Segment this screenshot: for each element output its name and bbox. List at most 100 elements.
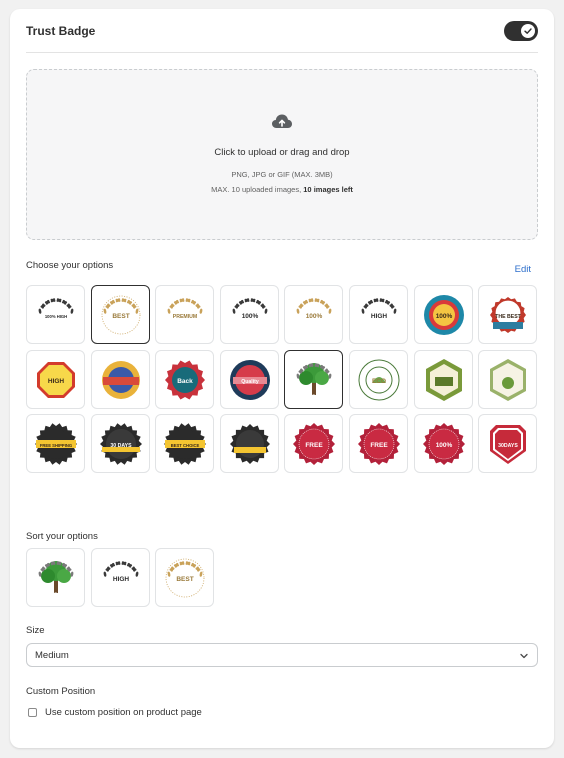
badge-free-shipping-text: FREE SHIPPING bbox=[40, 443, 72, 448]
badge-premium-quality-round-text: Quality bbox=[241, 379, 259, 385]
size-select[interactable]: Medium bbox=[26, 643, 538, 667]
badge-100-quality-wreath-image: 100% bbox=[232, 298, 268, 320]
badge-money-back-text: Back bbox=[177, 378, 193, 385]
badge-eco-tree-image: ECO bbox=[297, 362, 332, 401]
trust-badge-card: Trust Badge Click to upload or drag and … bbox=[10, 9, 554, 748]
badge-100-high-quality-wreath-image: 100% HIGH bbox=[38, 298, 74, 319]
edit-link[interactable]: Edit bbox=[515, 264, 531, 275]
upload-limit-left: 10 images left bbox=[303, 185, 353, 194]
badge-high-quality-octagon-text: HIGH bbox=[48, 378, 65, 385]
badge-100-high-quality-wreath-text: 100% HIGH bbox=[45, 314, 67, 319]
badge-30-days-text: 30 DAYS bbox=[110, 443, 132, 449]
badge-quality-100-text: 100% bbox=[435, 313, 452, 320]
badge-premium-quality-wreath-text: PREMIUM bbox=[173, 314, 198, 320]
badge-30-days-money-back[interactable]: 30DAYS bbox=[478, 414, 538, 474]
custom-position-checkbox[interactable] bbox=[28, 708, 37, 717]
badge-high-quality-octagon[interactable]: HIGH bbox=[26, 349, 85, 409]
sort-badge-best-choice[interactable]: BEST bbox=[155, 548, 215, 607]
badge-100-money-back-image: 100% bbox=[422, 423, 465, 466]
badge-natural-products-eco-image: ECO bbox=[358, 359, 400, 401]
toggle-knob bbox=[521, 24, 535, 38]
badge-30-days-money-back-text: 30DAYS bbox=[498, 443, 518, 449]
cloud-upload-icon bbox=[272, 114, 292, 128]
chevron-down-icon bbox=[520, 653, 528, 659]
badge-natural-products-eco[interactable]: ECO bbox=[349, 349, 408, 409]
badge-premium-quality-best-choice-text: BEST bbox=[112, 313, 129, 320]
sort-badge-eco-tree-text: ECO bbox=[49, 592, 63, 599]
badge-eco-tree-text: ECO bbox=[307, 394, 321, 401]
badge-premium-quality-best-choice[interactable]: BEST bbox=[90, 285, 150, 344]
badge-guaranteed-satisfaction-image bbox=[101, 360, 140, 399]
badge-free-return[interactable] bbox=[219, 414, 279, 474]
size-label: Size bbox=[26, 625, 45, 636]
choose-options-label: Choose your options bbox=[26, 260, 114, 271]
sort-badge-best-choice-text: BEST bbox=[177, 576, 194, 583]
card-header: Trust Badge bbox=[26, 9, 538, 53]
badge-best-choice[interactable]: BEST CHOICE bbox=[155, 414, 215, 474]
upload-limit-text: MAX. 10 uploaded images, 10 images left bbox=[27, 185, 537, 194]
badge-farm-hexagon[interactable] bbox=[413, 349, 473, 409]
badge-100-money-back[interactable]: 100% bbox=[413, 414, 473, 474]
badge-quality-guaranteed-text: THE BEST bbox=[495, 314, 521, 320]
badge-high-quality-dark-image: HIGH bbox=[361, 298, 397, 320]
badge-premium-quality-wreath[interactable]: PREMIUM bbox=[155, 285, 215, 344]
badge-quality-guaranteed-image: THE BEST bbox=[490, 297, 527, 333]
sort-badge-eco-tree[interactable]: ECO bbox=[26, 548, 85, 607]
badge-100-high-quality-wreath[interactable]: 100% HIGH bbox=[26, 285, 85, 344]
badge-30-days-money-back-image: 30DAYS bbox=[490, 425, 527, 465]
badge-guaranteed-satisfaction[interactable] bbox=[90, 349, 150, 409]
badge-30-days[interactable]: 30 DAYS bbox=[90, 414, 150, 474]
upload-dropzone[interactable]: Click to upload or drag and drop PNG, JP… bbox=[26, 69, 538, 240]
badge-eco-tree[interactable]: ECO bbox=[284, 349, 344, 409]
badge-high-quality-dark-text: HIGH bbox=[371, 313, 388, 320]
custom-position-checkbox-label: Use custom position on product page bbox=[45, 707, 202, 718]
badge-natural-products-hexagon[interactable] bbox=[478, 349, 538, 409]
upload-formats-text: PNG, JPG or GIF (MAX. 3MB) bbox=[231, 170, 333, 179]
sort-badge-100-high-quality-image: HIGH bbox=[103, 561, 138, 583]
badge-free-return-image bbox=[229, 424, 270, 465]
badge-100-premium-quality-text: 100% bbox=[306, 313, 323, 320]
badge-100-money-back-text: 100% bbox=[435, 442, 452, 449]
sort-badge-best-choice-image: BEST bbox=[165, 558, 205, 598]
badge-money-back-image: Back bbox=[165, 360, 206, 400]
badge-high-quality-dark[interactable]: HIGH bbox=[349, 285, 408, 344]
badge-free-guarantee-text: FREE bbox=[306, 442, 324, 449]
badge-quality-100-image: 100% bbox=[423, 295, 464, 335]
badge-free-guarantee[interactable]: FREE bbox=[284, 414, 344, 474]
badge-free-return-guarantee[interactable]: FREE bbox=[349, 414, 408, 474]
size-select-value: Medium bbox=[35, 650, 69, 661]
badge-free-return-guarantee-image: FREE bbox=[358, 423, 400, 466]
badge-100-quality-wreath[interactable]: 100% bbox=[219, 285, 279, 344]
badge-free-shipping[interactable]: FREE SHIPPING bbox=[26, 414, 85, 474]
badge-free-guarantee-image: FREE bbox=[293, 423, 336, 466]
badge-best-choice-image: BEST CHOICE bbox=[164, 423, 207, 465]
sort-badge-100-high-quality[interactable]: HIGH bbox=[90, 548, 150, 607]
sort-badge-eco-tree-image: ECO bbox=[38, 561, 74, 599]
card-title: Trust Badge bbox=[26, 24, 96, 38]
badge-farm-hexagon-image bbox=[425, 358, 462, 401]
badge-100-premium-quality[interactable]: 100% bbox=[284, 285, 344, 344]
checkmark-icon bbox=[524, 28, 532, 34]
upload-main-text: Click to upload or drag and drop bbox=[214, 147, 350, 158]
badge-30-days-image: 30 DAYS bbox=[99, 423, 142, 465]
trust-badge-toggle[interactable] bbox=[504, 21, 538, 41]
badge-high-quality-octagon-image: HIGH bbox=[37, 361, 75, 398]
sort-badge-100-high-quality-text: HIGH bbox=[112, 576, 129, 583]
badge-free-return-guarantee-text: FREE bbox=[370, 442, 388, 449]
badge-quality-100[interactable]: 100% bbox=[413, 285, 473, 344]
badge-premium-quality-round-image: Quality bbox=[229, 359, 270, 400]
badge-natural-products-eco-text: ECO bbox=[372, 378, 386, 385]
badge-best-choice-text: BEST CHOICE bbox=[171, 443, 200, 448]
upload-limit-prefix: MAX. 10 uploaded images, bbox=[211, 185, 302, 194]
badge-100-premium-quality-image: 100% bbox=[297, 298, 332, 320]
badge-premium-quality-best-choice-image: BEST bbox=[101, 295, 140, 335]
badge-free-shipping-image: FREE SHIPPING bbox=[35, 423, 77, 465]
custom-position-label: Custom Position bbox=[26, 686, 96, 697]
sort-options-label: Sort your options bbox=[26, 531, 98, 542]
badge-premium-quality-round[interactable]: Quality bbox=[219, 349, 279, 409]
badge-natural-products-hexagon-image bbox=[490, 358, 527, 401]
badge-money-back[interactable]: Back bbox=[155, 349, 215, 409]
badge-premium-quality-wreath-image: PREMIUM bbox=[167, 298, 203, 320]
badge-quality-guaranteed[interactable]: THE BEST bbox=[478, 285, 538, 344]
badge-100-quality-wreath-text: 100% bbox=[241, 313, 258, 320]
